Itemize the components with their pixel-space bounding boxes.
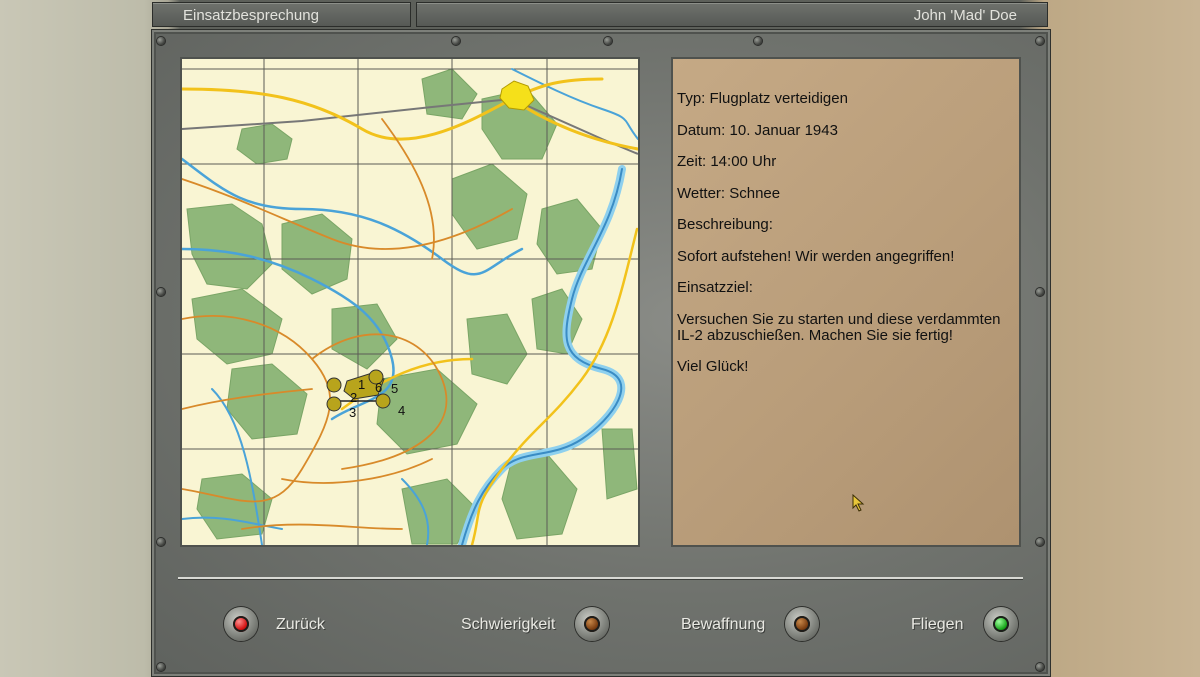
armament-button-lamp[interactable]: [785, 607, 819, 641]
rivet-icon: [1036, 538, 1044, 546]
mission-map[interactable]: 1 2 3 4 5 6: [180, 57, 640, 547]
terrain-map: 1 2 3 4 5 6: [182, 59, 638, 545]
unit-label-4: 4: [398, 403, 405, 418]
rivet-icon: [1036, 37, 1044, 45]
mission-time: Zeit: 14:00 Uhr: [677, 153, 777, 170]
closing-text: Viel Glück!: [677, 358, 749, 375]
unit-label-2: 2: [350, 390, 357, 405]
divider: [178, 577, 1023, 579]
mouse-cursor-icon: [852, 494, 865, 512]
fly-button-lamp[interactable]: [984, 607, 1018, 641]
fly-button[interactable]: Fliegen: [911, 616, 963, 634]
pilot-name: John 'Mad' Doe: [416, 2, 1048, 27]
red-light-icon: [233, 616, 249, 632]
mission-type: Typ: Flugplatz verteidigen: [677, 90, 848, 107]
description-heading: Beschreibung:: [677, 216, 773, 233]
rivet-icon: [157, 37, 165, 45]
difficulty-button-lamp[interactable]: [575, 607, 609, 641]
objective-heading: Einsatzziel:: [677, 279, 753, 296]
description-text: Sofort aufstehen! Wir werden angegriffen…: [677, 247, 955, 265]
rivet-icon: [157, 288, 165, 296]
window-title: Einsatzbesprechung: [152, 2, 411, 27]
rivet-icon: [157, 538, 165, 546]
unit-label-3: 3: [349, 405, 356, 420]
unit-label-6: 6: [375, 380, 382, 395]
amber-light-icon: [584, 616, 600, 632]
green-light-icon: [993, 616, 1009, 632]
rivet-icon: [452, 37, 460, 45]
rivet-icon: [604, 37, 612, 45]
mission-weather: Wetter: Schnee: [677, 184, 781, 202]
back-button[interactable]: Zurück: [276, 616, 325, 634]
briefing-panel: Typ: Flugplatz verteidigen Datum: 10. Ja…: [671, 57, 1021, 547]
armament-button[interactable]: Bewaffnung: [681, 616, 765, 634]
objective-text: Versuchen Sie zu starten und diese verda…: [677, 310, 1001, 344]
unit-label-1: 1: [358, 377, 365, 392]
unit-label-5: 5: [391, 381, 398, 396]
rivet-icon: [1036, 663, 1044, 671]
amber-light-icon: [794, 616, 810, 632]
back-button-lamp[interactable]: [224, 607, 258, 641]
mission-date: Datum: 10. Januar 1943: [677, 121, 838, 139]
difficulty-button[interactable]: Schwierigkeit: [461, 616, 555, 634]
rivet-icon: [754, 37, 762, 45]
rivet-icon: [157, 663, 165, 671]
rivet-icon: [1036, 288, 1044, 296]
